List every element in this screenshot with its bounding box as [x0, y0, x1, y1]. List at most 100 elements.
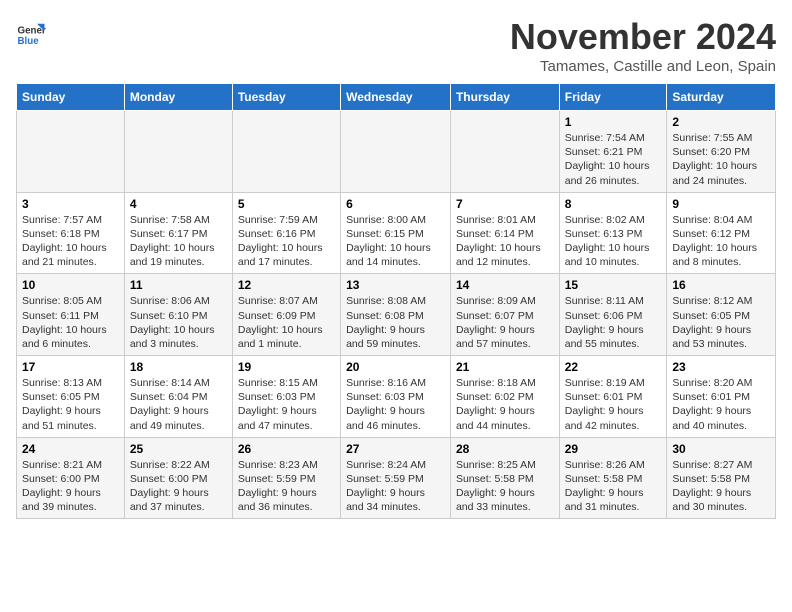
day-info-text: Sunrise: 8:13 AM Sunset: 6:05 PM Dayligh…	[22, 376, 119, 433]
day-number: 29	[565, 442, 662, 456]
day-number: 11	[130, 278, 227, 292]
day-number: 5	[238, 197, 335, 211]
calendar-week-row: 24 Sunrise: 8:21 AM Sunset: 6:00 PM Dayli…	[17, 437, 776, 519]
calendar-cell: 20 Sunrise: 8:16 AM Sunset: 6:03 PM Dayli…	[341, 356, 451, 438]
day-number: 25	[130, 442, 227, 456]
calendar-cell: 12 Sunrise: 8:07 AM Sunset: 6:09 PM Dayli…	[232, 274, 340, 356]
calendar-cell: 18 Sunrise: 8:14 AM Sunset: 6:04 PM Dayli…	[124, 356, 232, 438]
day-number: 18	[130, 360, 227, 374]
calendar-cell	[124, 111, 232, 193]
title-area: November 2024 Tamames, Castille and Leon…	[510, 16, 776, 75]
calendar-cell: 13 Sunrise: 8:08 AM Sunset: 6:08 PM Dayli…	[341, 274, 451, 356]
day-info-text: Sunrise: 7:58 AM Sunset: 6:17 PM Dayligh…	[130, 213, 227, 270]
day-number: 23	[672, 360, 770, 374]
calendar-cell: 6Sunrise: 8:00 AM Sunset: 6:15 PM Daylig…	[341, 192, 451, 274]
calendar-cell: 19Sunrise: 8:15 AM Sunset: 6:03 PM Dayli…	[232, 356, 340, 438]
calendar-week-row: 17 Sunrise: 8:13 AM Sunset: 6:05 PM Dayli…	[17, 356, 776, 438]
day-number: 7	[456, 197, 554, 211]
calendar-week-row: 3Sunrise: 7:57 AM Sunset: 6:18 PM Daylig…	[17, 192, 776, 274]
day-number: 6	[346, 197, 445, 211]
calendar-cell: 1 Sunrise: 7:54 AM Sunset: 6:21 PM Daylig…	[559, 111, 667, 193]
day-info-text: Sunrise: 8:11 AM Sunset: 6:06 PM Dayligh…	[565, 294, 662, 351]
calendar-cell: 5 Sunrise: 7:59 AM Sunset: 6:16 PM Daylig…	[232, 192, 340, 274]
calendar-cell	[17, 111, 125, 193]
day-number: 27	[346, 442, 445, 456]
day-info-text: Sunrise: 8:07 AM Sunset: 6:09 PM Dayligh…	[238, 294, 335, 351]
day-number: 19	[238, 360, 335, 374]
day-number: 4	[130, 197, 227, 211]
day-info-text: Sunrise: 8:02 AM Sunset: 6:13 PM Dayligh…	[565, 213, 662, 270]
day-info-text: Sunrise: 8:23 AM Sunset: 5:59 PM Dayligh…	[238, 458, 335, 515]
calendar-cell: 22 Sunrise: 8:19 AM Sunset: 6:01 PM Dayli…	[559, 356, 667, 438]
day-info-text: Sunrise: 8:04 AM Sunset: 6:12 PM Dayligh…	[672, 213, 770, 270]
day-info-text: Sunrise: 8:20 AM Sunset: 6:01 PM Dayligh…	[672, 376, 770, 433]
day-header-thursday: Thursday	[450, 84, 559, 111]
calendar-header-row: SundayMondayTuesdayWednesdayThursdayFrid…	[17, 84, 776, 111]
day-number: 12	[238, 278, 335, 292]
calendar-week-row: 1 Sunrise: 7:54 AM Sunset: 6:21 PM Daylig…	[17, 111, 776, 193]
calendar-cell: 26 Sunrise: 8:23 AM Sunset: 5:59 PM Dayli…	[232, 437, 340, 519]
calendar-table: SundayMondayTuesdayWednesdayThursdayFrid…	[16, 83, 776, 519]
calendar-cell: 7 Sunrise: 8:01 AM Sunset: 6:14 PM Daylig…	[450, 192, 559, 274]
day-info-text: Sunrise: 8:21 AM Sunset: 6:00 PM Dayligh…	[22, 458, 119, 515]
calendar-cell: 15 Sunrise: 8:11 AM Sunset: 6:06 PM Dayli…	[559, 274, 667, 356]
day-info-text: Sunrise: 8:01 AM Sunset: 6:14 PM Dayligh…	[456, 213, 554, 270]
day-number: 9	[672, 197, 770, 211]
day-info-text: Sunrise: 8:27 AM Sunset: 5:58 PM Dayligh…	[672, 458, 770, 515]
day-number: 8	[565, 197, 662, 211]
calendar-cell: 27 Sunrise: 8:24 AM Sunset: 5:59 PM Dayli…	[341, 437, 451, 519]
day-info-text: Sunrise: 8:25 AM Sunset: 5:58 PM Dayligh…	[456, 458, 554, 515]
month-title: November 2024	[510, 16, 776, 58]
day-info-text: Sunrise: 7:54 AM Sunset: 6:21 PM Dayligh…	[565, 131, 662, 188]
day-header-tuesday: Tuesday	[232, 84, 340, 111]
calendar-week-row: 10 Sunrise: 8:05 AM Sunset: 6:11 PM Dayli…	[17, 274, 776, 356]
calendar-cell: 17 Sunrise: 8:13 AM Sunset: 6:05 PM Dayli…	[17, 356, 125, 438]
day-info-text: Sunrise: 8:22 AM Sunset: 6:00 PM Dayligh…	[130, 458, 227, 515]
day-info-text: Sunrise: 7:55 AM Sunset: 6:20 PM Dayligh…	[672, 131, 770, 188]
day-info-text: Sunrise: 7:57 AM Sunset: 6:18 PM Dayligh…	[22, 213, 119, 270]
calendar-cell	[450, 111, 559, 193]
day-header-wednesday: Wednesday	[341, 84, 451, 111]
day-number: 10	[22, 278, 119, 292]
day-number: 28	[456, 442, 554, 456]
calendar-cell: 24 Sunrise: 8:21 AM Sunset: 6:00 PM Dayli…	[17, 437, 125, 519]
day-number: 24	[22, 442, 119, 456]
calendar-cell: 30 Sunrise: 8:27 AM Sunset: 5:58 PM Dayli…	[667, 437, 776, 519]
calendar-cell: 11Sunrise: 8:06 AM Sunset: 6:10 PM Dayli…	[124, 274, 232, 356]
day-header-friday: Friday	[559, 84, 667, 111]
day-number: 22	[565, 360, 662, 374]
logo: General Blue	[16, 20, 46, 50]
calendar-cell: 10 Sunrise: 8:05 AM Sunset: 6:11 PM Dayli…	[17, 274, 125, 356]
calendar-cell	[341, 111, 451, 193]
day-info-text: Sunrise: 8:24 AM Sunset: 5:59 PM Dayligh…	[346, 458, 445, 515]
calendar-cell: 16Sunrise: 8:12 AM Sunset: 6:05 PM Dayli…	[667, 274, 776, 356]
day-number: 17	[22, 360, 119, 374]
calendar-cell: 4 Sunrise: 7:58 AM Sunset: 6:17 PM Daylig…	[124, 192, 232, 274]
day-info-text: Sunrise: 8:08 AM Sunset: 6:08 PM Dayligh…	[346, 294, 445, 351]
calendar-cell: 3Sunrise: 7:57 AM Sunset: 6:18 PM Daylig…	[17, 192, 125, 274]
day-number: 21	[456, 360, 554, 374]
calendar-cell: 9 Sunrise: 8:04 AM Sunset: 6:12 PM Daylig…	[667, 192, 776, 274]
day-number: 26	[238, 442, 335, 456]
day-number: 1	[565, 115, 662, 129]
day-info-text: Sunrise: 7:59 AM Sunset: 6:16 PM Dayligh…	[238, 213, 335, 270]
calendar-cell: 29 Sunrise: 8:26 AM Sunset: 5:58 PM Dayli…	[559, 437, 667, 519]
calendar-cell: 8 Sunrise: 8:02 AM Sunset: 6:13 PM Daylig…	[559, 192, 667, 274]
logo-icon: General Blue	[16, 20, 46, 50]
day-info-text: Sunrise: 8:05 AM Sunset: 6:11 PM Dayligh…	[22, 294, 119, 351]
day-number: 20	[346, 360, 445, 374]
day-info-text: Sunrise: 8:14 AM Sunset: 6:04 PM Dayligh…	[130, 376, 227, 433]
calendar-cell: 14 Sunrise: 8:09 AM Sunset: 6:07 PM Dayli…	[450, 274, 559, 356]
day-number: 13	[346, 278, 445, 292]
day-info-text: Sunrise: 8:16 AM Sunset: 6:03 PM Dayligh…	[346, 376, 445, 433]
day-info-text: Sunrise: 8:18 AM Sunset: 6:02 PM Dayligh…	[456, 376, 554, 433]
day-number: 30	[672, 442, 770, 456]
day-info-text: Sunrise: 8:19 AM Sunset: 6:01 PM Dayligh…	[565, 376, 662, 433]
day-info-text: Sunrise: 8:09 AM Sunset: 6:07 PM Dayligh…	[456, 294, 554, 351]
day-number: 14	[456, 278, 554, 292]
day-header-sunday: Sunday	[17, 84, 125, 111]
day-number: 15	[565, 278, 662, 292]
svg-text:Blue: Blue	[18, 36, 40, 47]
calendar-body: 1 Sunrise: 7:54 AM Sunset: 6:21 PM Daylig…	[17, 111, 776, 519]
day-info-text: Sunrise: 8:26 AM Sunset: 5:58 PM Dayligh…	[565, 458, 662, 515]
